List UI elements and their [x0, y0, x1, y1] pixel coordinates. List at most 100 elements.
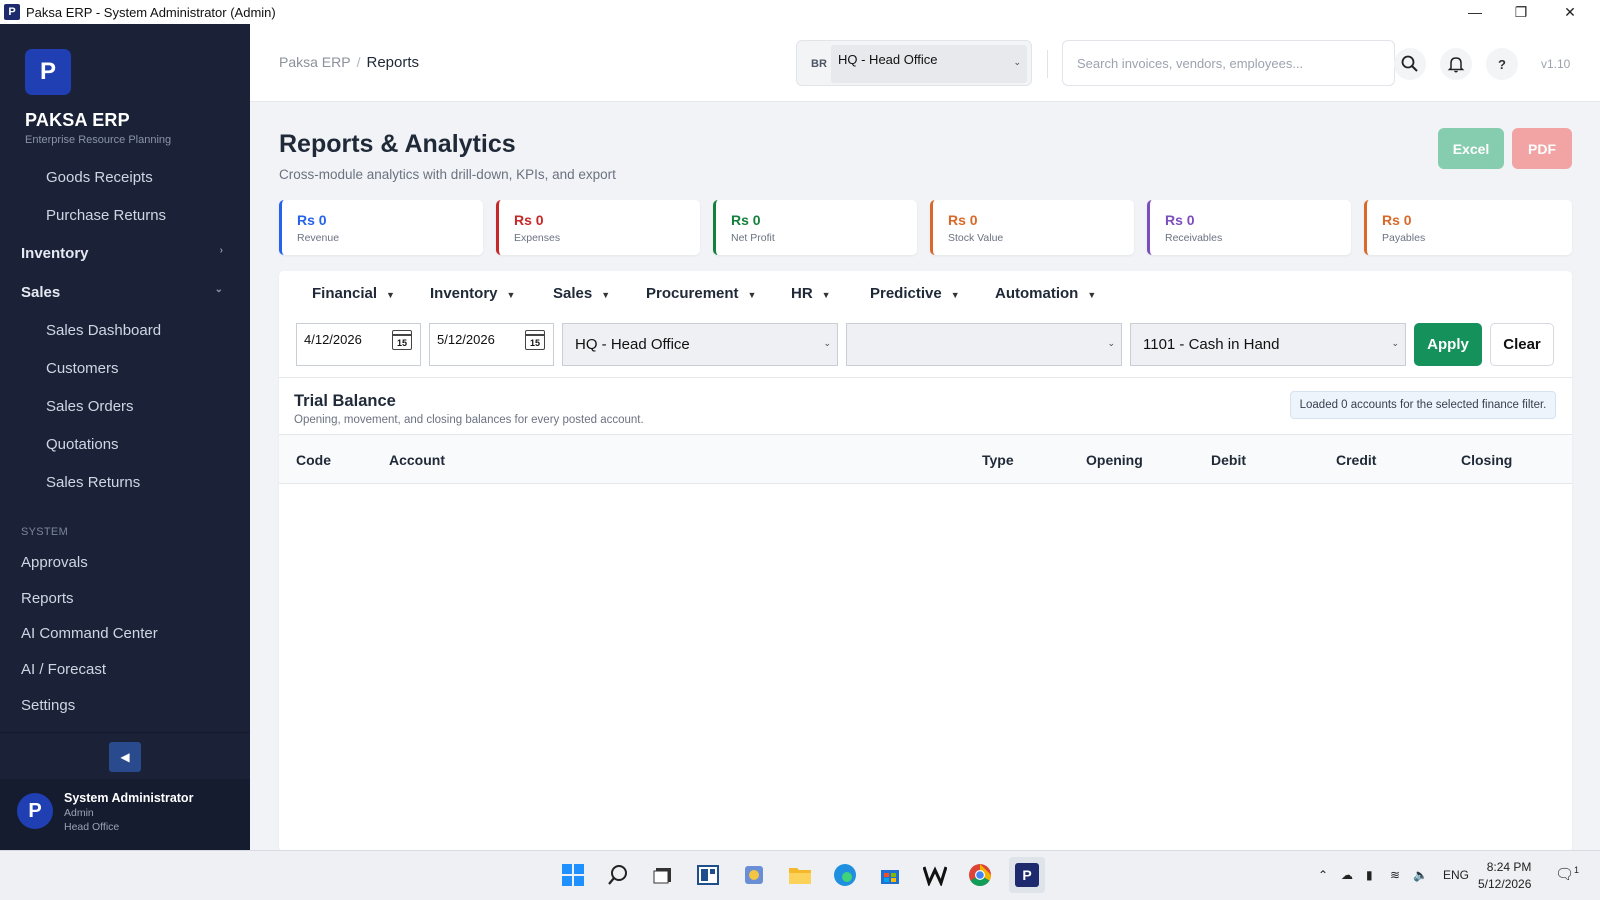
paksa-app-icon: P	[1015, 863, 1039, 887]
chevron-up-icon[interactable]: ⌃	[1318, 868, 1328, 882]
sidebar-item-inventory[interactable]: Inventory ›	[0, 245, 250, 262]
sidebar-item-ai-forecast[interactable]: AI / Forecast	[0, 661, 250, 678]
secondary-filter-select[interactable]: ⌄	[846, 323, 1122, 366]
notification-count: 1	[1574, 865, 1580, 875]
store-icon	[881, 870, 899, 884]
export-excel-button[interactable]: Excel	[1438, 128, 1504, 169]
menu-inventory[interactable]: Inventory ▼	[430, 285, 515, 302]
branch-filter-value: HQ - Head Office	[575, 336, 690, 353]
column-header-account[interactable]: Account	[389, 452, 445, 468]
search-button[interactable]	[1394, 48, 1426, 80]
export-pdf-button[interactable]: PDF	[1512, 128, 1572, 169]
menu-predictive[interactable]: Predictive ▼	[870, 285, 960, 302]
kpi-value: Rs 0	[948, 212, 978, 228]
sidebar-item-sales-dashboard[interactable]: Sales Dashboard	[0, 322, 250, 339]
clear-button[interactable]: Clear	[1490, 323, 1554, 366]
system-clock[interactable]: 8:24 PM 5/12/2026	[1478, 859, 1531, 893]
date-from-input[interactable]: 4/12/2026 15	[296, 323, 421, 366]
kpi-label: Stock Value	[948, 232, 1004, 244]
language-indicator[interactable]: ENG	[1443, 868, 1469, 882]
brand-name: PAKSA ERP	[25, 110, 130, 130]
edge-icon	[834, 864, 856, 886]
sidebar-item-purchase-returns[interactable]: Purchase Returns	[0, 207, 250, 224]
battery-icon[interactable]: ▮	[1366, 868, 1373, 882]
kpi-value: Rs 0	[731, 212, 761, 228]
date-to-input[interactable]: 5/12/2026 15	[429, 323, 554, 366]
kpi-card-stock-value[interactable]: Rs 0 Stock Value	[930, 200, 1134, 255]
column-header-code[interactable]: Code	[296, 452, 331, 468]
branch-select-value: HQ - Head Office	[838, 52, 938, 67]
widgets-icon[interactable]	[694, 861, 722, 889]
column-header-closing[interactable]: Closing	[1461, 452, 1512, 468]
menu-procurement[interactable]: Procurement ▼	[646, 285, 756, 302]
sidebar-item-settings[interactable]: Settings	[0, 697, 250, 714]
page-title: Reports & Analytics	[279, 130, 516, 158]
minimize-icon[interactable]: —	[1452, 0, 1498, 24]
taskbar-search-icon[interactable]	[604, 861, 632, 889]
sidebar-item-goods-receipts[interactable]: Goods Receipts	[0, 169, 250, 186]
sidebar-item-customers[interactable]: Customers	[0, 360, 250, 377]
kpi-value: Rs 0	[1382, 212, 1412, 228]
windows-start-icon[interactable]	[559, 861, 587, 889]
help-button[interactable]: ?	[1486, 48, 1518, 80]
kpi-card-expenses[interactable]: Rs 0 Expenses	[496, 200, 700, 255]
cloud-icon[interactable]: ☁	[1341, 868, 1353, 882]
w-app-icon[interactable]	[921, 861, 949, 889]
close-icon[interactable]: ✕	[1547, 0, 1593, 24]
sidebar-item-label: Sales Orders	[46, 398, 134, 415]
kpi-card-net-profit[interactable]: Rs 0 Net Profit	[713, 200, 917, 255]
apply-button[interactable]: Apply	[1414, 323, 1482, 366]
chevron-down-icon: ⌄	[214, 284, 223, 295]
task-view-icon[interactable]	[649, 861, 677, 889]
user-profile[interactable]: P System Administrator Admin Head Office	[0, 779, 250, 850]
sidebar-item-sales-orders[interactable]: Sales Orders	[0, 398, 250, 415]
kpi-card-revenue[interactable]: Rs 0 Revenue	[279, 200, 483, 255]
account-filter-select[interactable]: 1101 - Cash in Hand ⌄	[1130, 323, 1406, 366]
sidebar-item-reports[interactable]: Reports	[0, 590, 250, 607]
branch-filter-select[interactable]: HQ - Head Office ⌄	[562, 323, 838, 366]
menu-automation[interactable]: Automation ▼	[995, 285, 1096, 302]
account-filter-value: 1101 - Cash in Hand	[1143, 336, 1280, 353]
taskbar: P ⌃ ☁ ▮ ≋ 🔈 ENG 8:24 PM 5/12/2026 🗨1	[0, 850, 1600, 900]
store-icon[interactable]	[876, 861, 904, 889]
notification-center-icon[interactable]: 🗨1	[1555, 865, 1579, 883]
file-explorer-icon[interactable]	[786, 861, 814, 889]
sidebar-item-ai-command-center[interactable]: AI Command Center	[0, 625, 250, 642]
paksa-erp-taskbar-icon[interactable]: P	[1009, 857, 1045, 893]
clock-time: 8:24 PM	[1486, 860, 1532, 874]
search-input[interactable]: Search invoices, vendors, employees...	[1062, 40, 1395, 86]
w-app-icon	[923, 866, 947, 886]
breadcrumb-root[interactable]: Paksa ERP	[279, 54, 351, 70]
chrome-icon[interactable]	[966, 861, 994, 889]
sidebar-item-quotations[interactable]: Quotations	[0, 436, 250, 453]
edge-browser-icon[interactable]	[831, 861, 859, 889]
sidebar-item-label: Approvals	[21, 554, 88, 571]
column-header-type[interactable]: Type	[982, 452, 1014, 468]
panel-divider	[279, 377, 1572, 378]
sidebar-item-label: Sales Dashboard	[46, 322, 162, 339]
branch-select[interactable]: HQ - Head Office ⌄	[831, 45, 1027, 83]
calendar-icon[interactable]: 15	[525, 330, 545, 350]
column-header-opening[interactable]: Opening	[1086, 452, 1143, 468]
menu-hr[interactable]: HR ▼	[791, 285, 831, 302]
version-label: v1.10	[1541, 57, 1571, 71]
menu-sales[interactable]: Sales ▼	[553, 285, 610, 302]
collapse-sidebar-button[interactable]: ◀	[109, 742, 141, 772]
sidebar-item-approvals[interactable]: Approvals	[0, 554, 250, 571]
calendar-icon[interactable]: 15	[392, 330, 412, 350]
kpi-card-payables[interactable]: Rs 0 Payables	[1364, 200, 1572, 255]
sidebar-item-sales-returns[interactable]: Sales Returns	[0, 474, 250, 491]
notifications-button[interactable]	[1440, 48, 1472, 80]
column-header-debit[interactable]: Debit	[1211, 452, 1246, 468]
kpi-value: Rs 0	[1165, 212, 1195, 228]
brand-logo[interactable]: P	[25, 49, 71, 95]
volume-icon[interactable]: 🔈	[1413, 868, 1428, 882]
kpi-label: Revenue	[297, 232, 340, 244]
menu-financial[interactable]: Financial ▼	[312, 285, 395, 302]
restore-icon[interactable]: ❐	[1498, 0, 1544, 24]
sidebar-item-sales[interactable]: Sales ⌄	[0, 284, 250, 301]
kpi-card-receivables[interactable]: Rs 0 Receivables	[1147, 200, 1351, 255]
wifi-icon[interactable]: ≋	[1390, 868, 1400, 882]
column-header-credit[interactable]: Credit	[1336, 452, 1376, 468]
app-icon-generic[interactable]	[740, 861, 768, 889]
